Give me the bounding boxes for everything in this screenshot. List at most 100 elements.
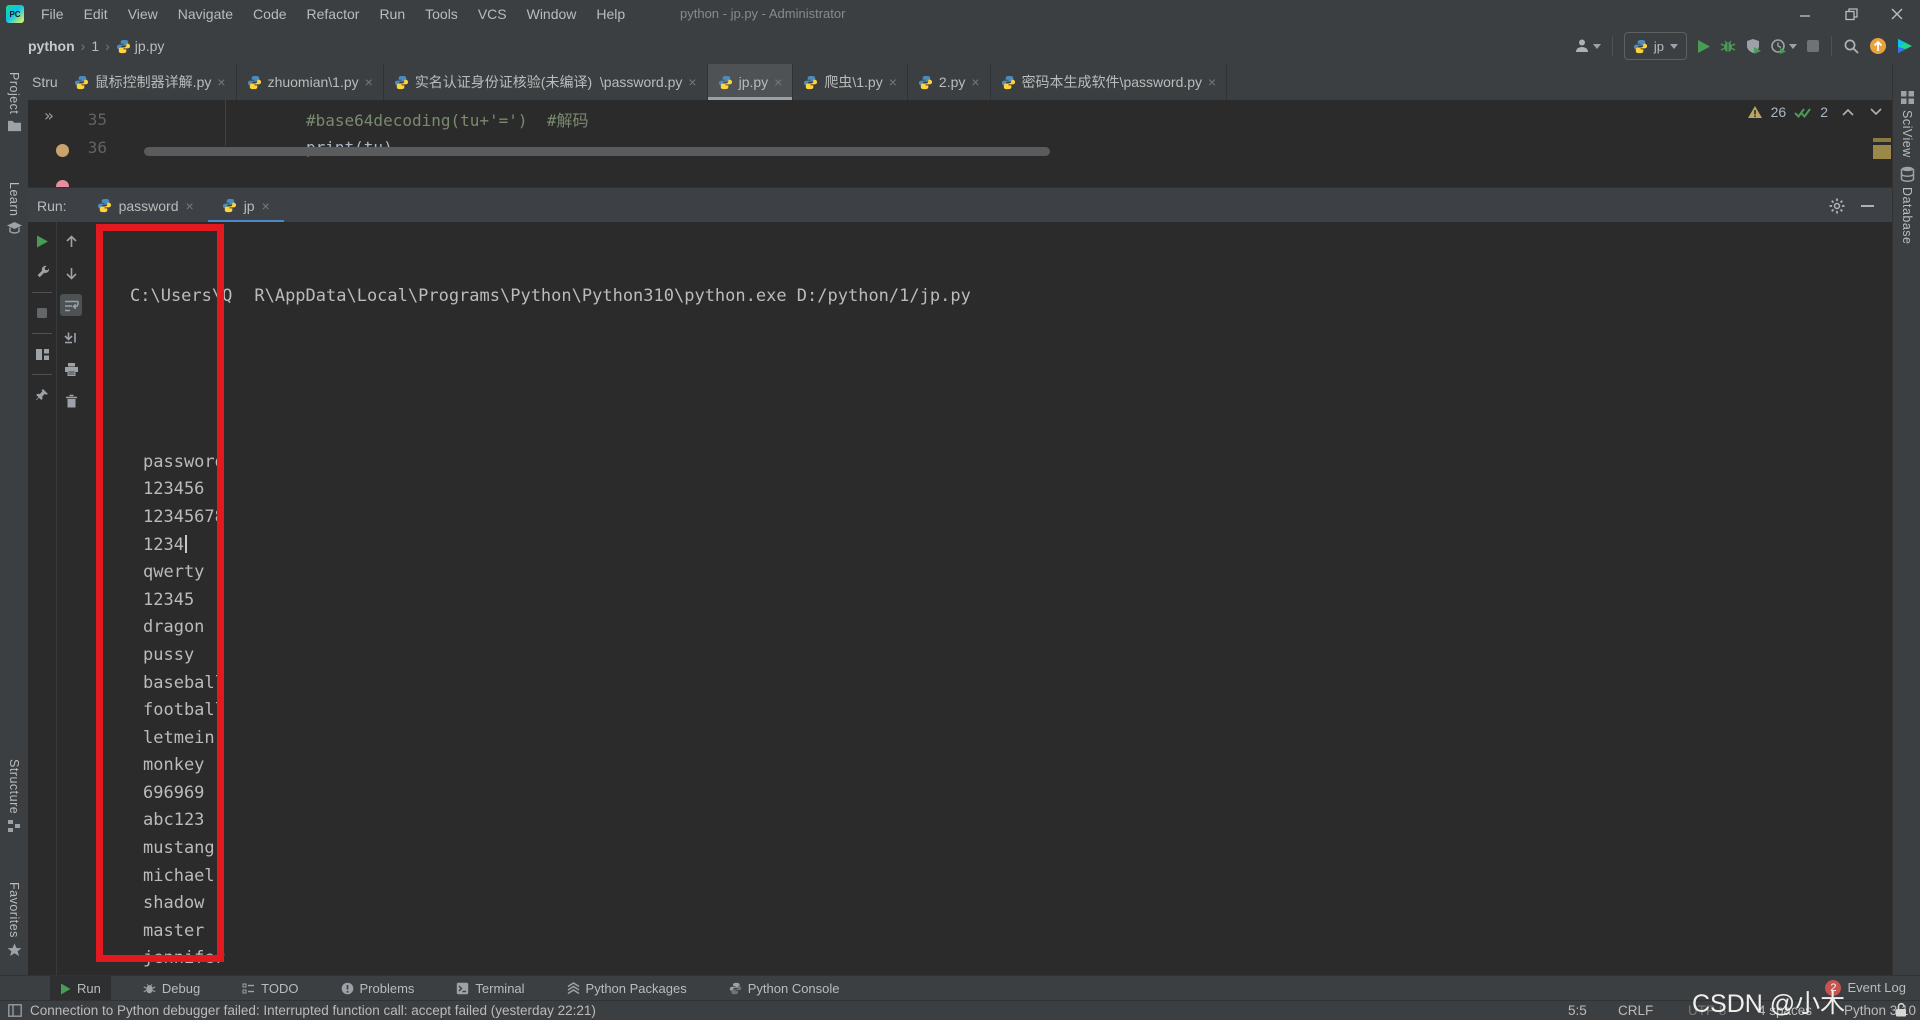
checks-count: 2 xyxy=(1820,104,1828,120)
menu-item[interactable]: Refactor xyxy=(298,3,369,25)
menu-item[interactable]: File xyxy=(32,3,73,25)
tool-window-sciview[interactable]: SciView xyxy=(1893,90,1920,158)
close-tab-icon[interactable]: × xyxy=(971,75,979,89)
clear-console-trash-icon[interactable] xyxy=(60,390,82,412)
menu-item[interactable]: Run xyxy=(370,3,414,25)
line-ending-indicator[interactable]: CRLF xyxy=(1618,1003,1653,1018)
hide-panel-icon[interactable] xyxy=(1861,204,1874,208)
scroll-to-end-icon[interactable] xyxy=(60,326,82,348)
user-account-icon[interactable] xyxy=(1574,38,1601,54)
password-line: football xyxy=(85,697,971,725)
menu-item[interactable]: View xyxy=(119,3,167,25)
ide-features-icon[interactable] xyxy=(1896,37,1914,55)
rerun-button[interactable] xyxy=(31,230,53,252)
stop-button[interactable] xyxy=(1806,39,1820,53)
minimize-button[interactable] xyxy=(1782,0,1828,28)
run-tab[interactable]: jp × xyxy=(208,188,284,223)
tool-window-structure[interactable]: Structure xyxy=(0,759,28,833)
close-tab-icon[interactable]: × xyxy=(688,75,696,89)
password-line: baseball xyxy=(85,670,971,698)
password-line: letmein xyxy=(85,725,971,753)
menu-item[interactable]: Window xyxy=(518,3,586,25)
menu-item[interactable]: Code xyxy=(244,3,295,25)
tool-window-terminal-button[interactable]: Terminal xyxy=(446,976,534,1001)
prev-problem-icon[interactable] xyxy=(1842,108,1854,116)
editor-tab[interactable]: 鼠标控制器详解.py × xyxy=(64,64,237,100)
up-stacktrace-icon[interactable] xyxy=(60,230,82,252)
breadcrumb-project[interactable]: python xyxy=(28,38,75,54)
editor-tab[interactable]: zhuomian\1.py × xyxy=(237,64,384,100)
horizontal-scrollbar[interactable] xyxy=(144,147,1050,156)
tool-window-run-button[interactable]: Run xyxy=(50,976,111,1001)
run-configuration-name: jp xyxy=(1654,39,1664,54)
close-button[interactable] xyxy=(1874,0,1920,28)
tool-window-python-packages-button[interactable]: Python Packages xyxy=(557,976,697,1001)
run-button[interactable] xyxy=(1696,39,1711,54)
close-tab-icon[interactable]: × xyxy=(186,199,194,213)
print-icon[interactable] xyxy=(60,358,82,380)
run-toolbar-console xyxy=(57,222,85,975)
down-stacktrace-icon[interactable] xyxy=(60,262,82,284)
tool-window-learn[interactable]: Learn xyxy=(0,182,28,236)
breadcrumb-folder[interactable]: 1 xyxy=(91,38,99,54)
close-tab-icon[interactable]: × xyxy=(889,75,897,89)
close-tab-icon[interactable]: × xyxy=(217,75,225,89)
tool-window-switcher-icon[interactable] xyxy=(8,1004,22,1017)
tool-window-problems-button[interactable]: Problems xyxy=(331,976,425,1001)
tab-label: 2.py xyxy=(939,74,965,90)
menu-item[interactable]: Navigate xyxy=(169,3,242,25)
tab-label: jp.py xyxy=(739,74,769,90)
editor-tab[interactable]: jp.py × xyxy=(708,64,794,100)
console-output[interactable]: C:\Users\QR\AppData\Local\Programs\Pytho… xyxy=(85,228,971,975)
close-tab-icon[interactable]: × xyxy=(365,75,373,89)
editor-tab[interactable]: 2.py × xyxy=(908,64,991,100)
close-tab-icon[interactable]: × xyxy=(1208,75,1216,89)
search-everywhere-icon[interactable] xyxy=(1843,38,1860,55)
edit-configuration-wrench-icon[interactable] xyxy=(31,261,53,283)
editor-area[interactable]: » 35 #base64decoding(tu+'=') #解码 36 prin… xyxy=(28,100,1892,187)
tool-window-python-console-button[interactable]: Python Console xyxy=(719,976,850,1001)
run-with-coverage-button[interactable] xyxy=(1745,38,1761,54)
tool-window-project[interactable]: Project xyxy=(0,72,28,132)
tool-window-database[interactable]: Database xyxy=(1893,166,1920,245)
profiler-button[interactable] xyxy=(1770,38,1797,54)
menu-item[interactable]: Edit xyxy=(75,3,117,25)
close-tab-icon[interactable]: × xyxy=(774,75,782,89)
line-number: 36 xyxy=(73,138,107,157)
gear-icon[interactable] xyxy=(1829,198,1845,214)
inspections-widget[interactable]: 26 2 xyxy=(1747,104,1882,120)
tool-window-debug-button[interactable]: Debug xyxy=(133,976,210,1001)
stop-button-disabled[interactable] xyxy=(31,302,53,324)
editor-tab[interactable]: 密码本生成软件\password.py × xyxy=(991,64,1228,100)
navigation-bar: python › 1 › jp.py jp xyxy=(0,28,1920,65)
menu-item[interactable]: VCS xyxy=(469,3,516,25)
debug-button[interactable] xyxy=(1720,38,1736,54)
maximize-button[interactable] xyxy=(1828,0,1874,28)
update-notification-icon[interactable] xyxy=(1869,37,1887,55)
run-console[interactable]: C:\Users\QR\AppData\Local\Programs\Pytho… xyxy=(28,222,1892,975)
password-line: 696969 xyxy=(85,780,971,808)
todo-list-icon xyxy=(242,983,255,995)
caret-position[interactable]: 5:5 xyxy=(1568,1003,1587,1018)
right-tool-window-stripe: SciView Database xyxy=(1892,64,1920,975)
close-tab-icon[interactable]: × xyxy=(262,199,270,213)
status-message[interactable]: Connection to Python debugger failed: In… xyxy=(30,1003,596,1018)
pin-tab-icon[interactable] xyxy=(31,384,53,406)
restore-layout-icon[interactable] xyxy=(31,343,53,365)
next-problem-icon[interactable] xyxy=(1870,108,1882,116)
menu-item[interactable]: Help xyxy=(587,3,634,25)
editor-tab[interactable]: 实名认证身份证核验(未编译) \password.py × xyxy=(384,64,708,100)
run-configuration-selector[interactable]: jp xyxy=(1624,32,1687,60)
soft-wrap-icon[interactable] xyxy=(60,294,82,316)
tool-window-todo-button[interactable]: TODO xyxy=(232,976,308,1001)
tool-window-favorites[interactable]: Favorites xyxy=(0,882,28,957)
run-tab[interactable]: password × xyxy=(83,188,208,223)
password-line: 123456 xyxy=(85,476,971,504)
menu-item[interactable]: Tools xyxy=(416,3,467,25)
python-packages-icon xyxy=(567,982,580,995)
breadcrumb-file[interactable]: jp.py xyxy=(135,38,165,54)
run-play-icon xyxy=(60,983,71,995)
tool-window-buttons: Run Debug TODO Problems Terminal Python … xyxy=(50,976,850,1001)
editor-tab[interactable]: 爬虫\1.py × xyxy=(793,64,908,100)
indent-guide xyxy=(225,100,226,146)
